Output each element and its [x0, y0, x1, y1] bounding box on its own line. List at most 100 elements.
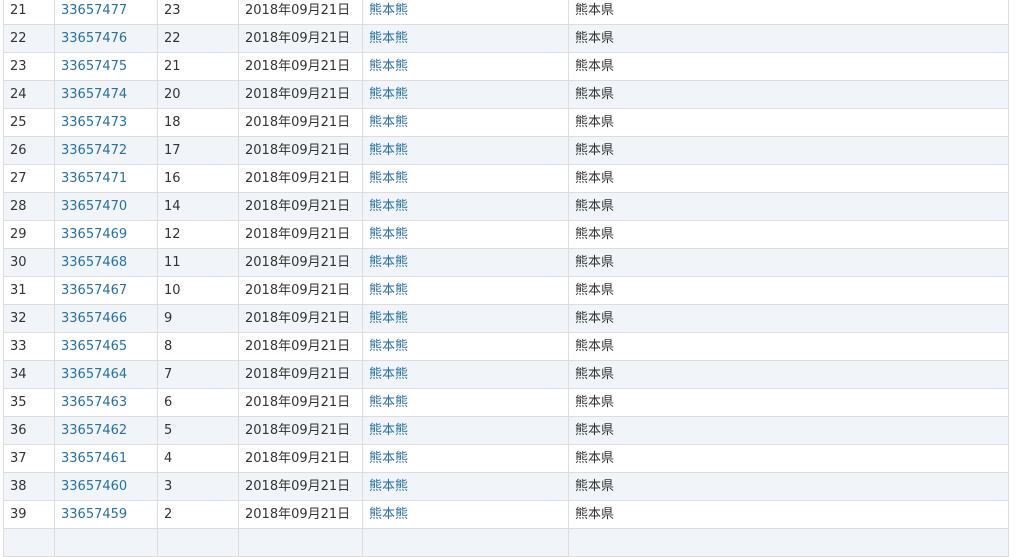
record-id-link[interactable]: 33657474	[61, 87, 127, 102]
record-id-link[interactable]: 33657472	[61, 143, 127, 158]
name-link[interactable]: 熊本熊	[369, 451, 408, 466]
record-id-link[interactable]: 33657462	[61, 423, 127, 438]
prefecture-value: 熊本県	[575, 31, 615, 46]
name-link[interactable]: 熊本熊	[369, 339, 408, 354]
record-id-link[interactable]: 33657460	[61, 479, 127, 494]
prefecture-cell: 熊本県	[568, 108, 1009, 137]
name-link[interactable]: 熊本熊	[369, 395, 408, 410]
record-id-link[interactable]: 33657464	[61, 367, 127, 382]
prefecture-value: 熊本県	[575, 395, 615, 410]
row-index: 34	[10, 367, 27, 382]
date-cell: 2018年09月21日	[238, 332, 363, 361]
name-link[interactable]: 熊本熊	[369, 311, 408, 326]
number-cell: 10	[157, 276, 239, 305]
date-cell: 2018年09月21日	[238, 304, 363, 333]
number-cell: 11	[157, 248, 239, 277]
row-index: 35	[10, 395, 27, 410]
record-id-cell: 33657470	[54, 192, 158, 221]
row-index: 32	[10, 311, 27, 326]
record-id-link[interactable]: 33657463	[61, 395, 127, 410]
name-link[interactable]: 熊本熊	[369, 171, 408, 186]
record-id-cell: 33657461	[54, 444, 158, 473]
date-value: 2018年09月21日	[245, 171, 351, 186]
date-cell: 2018年09月21日	[238, 444, 363, 473]
row-index: 21	[10, 3, 27, 18]
prefecture-cell: 熊本県	[568, 24, 1009, 53]
name-link[interactable]: 熊本熊	[369, 283, 408, 298]
record-id-link[interactable]: 33657475	[61, 59, 127, 74]
record-id-cell: 33657459	[54, 500, 158, 529]
table-row: 31 33657467 10 2018年09月21日 熊本熊 熊本県	[3, 276, 1009, 305]
empty-cell	[362, 528, 569, 557]
name-link[interactable]: 熊本熊	[369, 59, 408, 74]
record-id-link[interactable]: 33657468	[61, 255, 127, 270]
row-index-cell: 38	[3, 472, 55, 501]
table-row: 23 33657475 21 2018年09月21日 熊本熊 熊本県	[3, 52, 1009, 81]
name-link[interactable]: 熊本熊	[369, 87, 408, 102]
record-id-link[interactable]: 33657467	[61, 283, 127, 298]
prefecture-value: 熊本県	[575, 479, 615, 494]
name-link[interactable]: 熊本熊	[369, 479, 408, 494]
record-id-link[interactable]: 33657461	[61, 451, 127, 466]
record-id-link[interactable]: 33657473	[61, 115, 127, 130]
table-row: 37 33657461 4 2018年09月21日 熊本熊 熊本県	[3, 444, 1009, 473]
record-id-link[interactable]: 33657476	[61, 31, 127, 46]
prefecture-cell: 熊本県	[568, 136, 1009, 165]
name-link[interactable]: 熊本熊	[369, 31, 408, 46]
name-cell: 熊本熊	[362, 332, 569, 361]
name-cell: 熊本熊	[362, 0, 569, 25]
number-cell: 18	[157, 108, 239, 137]
table-row: 21 33657477 23 2018年09月21日 熊本熊 熊本県	[3, 0, 1009, 25]
number-cell: 20	[157, 80, 239, 109]
name-link[interactable]: 熊本熊	[369, 507, 408, 522]
prefecture-cell: 熊本県	[568, 276, 1009, 305]
date-value: 2018年09月21日	[245, 255, 351, 270]
name-cell: 熊本熊	[362, 108, 569, 137]
prefecture-value: 熊本県	[575, 451, 615, 466]
date-cell: 2018年09月21日	[238, 80, 363, 109]
prefecture-value: 熊本県	[575, 115, 615, 130]
record-id-link[interactable]: 33657469	[61, 227, 127, 242]
name-link[interactable]: 熊本熊	[369, 227, 408, 242]
prefecture-cell: 熊本県	[568, 388, 1009, 417]
row-index-cell: 34	[3, 360, 55, 389]
name-link[interactable]: 熊本熊	[369, 255, 408, 270]
number-cell: 9	[157, 304, 239, 333]
row-index: 23	[10, 59, 27, 74]
prefecture-cell: 熊本県	[568, 220, 1009, 249]
row-index: 37	[10, 451, 27, 466]
record-id-link[interactable]: 33657471	[61, 171, 127, 186]
prefecture-value: 熊本県	[575, 507, 615, 522]
name-link[interactable]: 熊本熊	[369, 199, 408, 214]
number-cell: 16	[157, 164, 239, 193]
record-id-link[interactable]: 33657459	[61, 507, 127, 522]
row-index-cell: 23	[3, 52, 55, 81]
prefecture-cell: 熊本県	[568, 304, 1009, 333]
name-link[interactable]: 熊本熊	[369, 3, 408, 18]
name-cell: 熊本熊	[362, 248, 569, 277]
date-value: 2018年09月21日	[245, 367, 351, 382]
name-link[interactable]: 熊本熊	[369, 367, 408, 382]
date-value: 2018年09月21日	[245, 395, 351, 410]
name-cell: 熊本熊	[362, 472, 569, 501]
number-value: 3	[164, 479, 173, 494]
date-cell: 2018年09月21日	[238, 52, 363, 81]
number-cell: 12	[157, 220, 239, 249]
name-cell: 熊本熊	[362, 304, 569, 333]
record-id-link[interactable]: 33657466	[61, 311, 127, 326]
date-value: 2018年09月21日	[245, 227, 351, 242]
name-link[interactable]: 熊本熊	[369, 143, 408, 158]
record-id-link[interactable]: 33657477	[61, 3, 127, 18]
date-value: 2018年09月21日	[245, 507, 351, 522]
row-index: 36	[10, 423, 27, 438]
record-id-link[interactable]: 33657470	[61, 199, 127, 214]
number-value: 20	[164, 87, 181, 102]
row-index: 24	[10, 87, 27, 102]
number-value: 4	[164, 451, 173, 466]
name-link[interactable]: 熊本熊	[369, 423, 408, 438]
row-index: 29	[10, 227, 27, 242]
record-id-cell: 33657463	[54, 388, 158, 417]
record-id-link[interactable]: 33657465	[61, 339, 127, 354]
record-id-cell: 33657465	[54, 332, 158, 361]
name-link[interactable]: 熊本熊	[369, 115, 408, 130]
